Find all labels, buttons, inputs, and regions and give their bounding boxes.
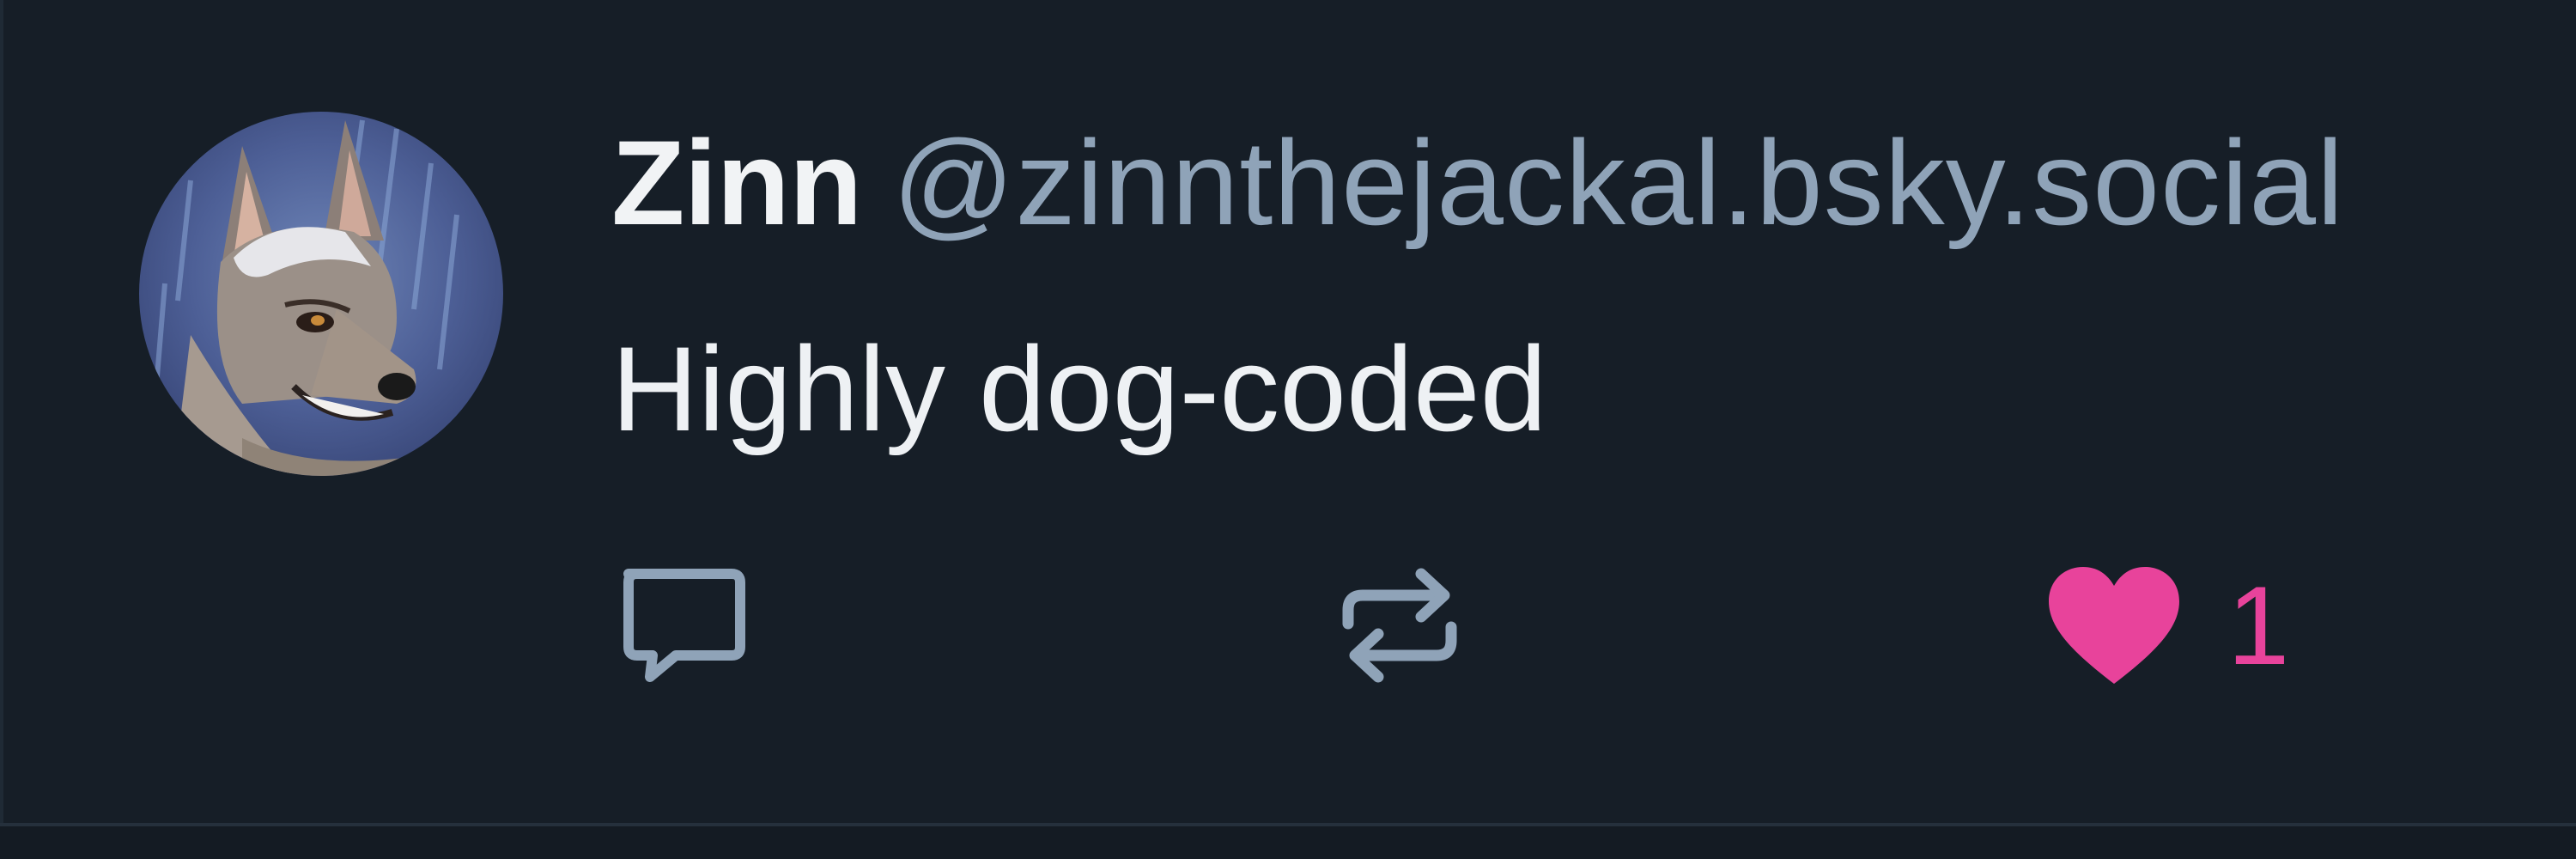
like-count: 1 xyxy=(2227,563,2290,688)
repost-button[interactable] xyxy=(1331,557,1468,694)
like-button[interactable]: 1 xyxy=(2045,557,2289,694)
left-border xyxy=(0,0,3,823)
next-post-area xyxy=(0,826,2576,859)
avatar[interactable] xyxy=(139,112,503,476)
jackal-avatar-image xyxy=(139,112,503,476)
post-header: Zinn @zinnthejackal.bsky.social xyxy=(611,110,2576,256)
post-card[interactable]: Zinn @zinnthejackal.bsky.social Highly do… xyxy=(0,0,2576,823)
post-text: Highly dog-coded xyxy=(611,321,1547,456)
author-handle[interactable]: @zinnthejackal.bsky.social xyxy=(892,115,2344,250)
speech-bubble-icon xyxy=(623,569,745,682)
repost-arrows-icon xyxy=(1342,568,1457,683)
heart-icon xyxy=(2049,567,2179,684)
reply-button[interactable] xyxy=(611,557,749,694)
post-actions: 1 xyxy=(611,557,2500,694)
author-display-name[interactable]: Zinn xyxy=(611,115,862,250)
